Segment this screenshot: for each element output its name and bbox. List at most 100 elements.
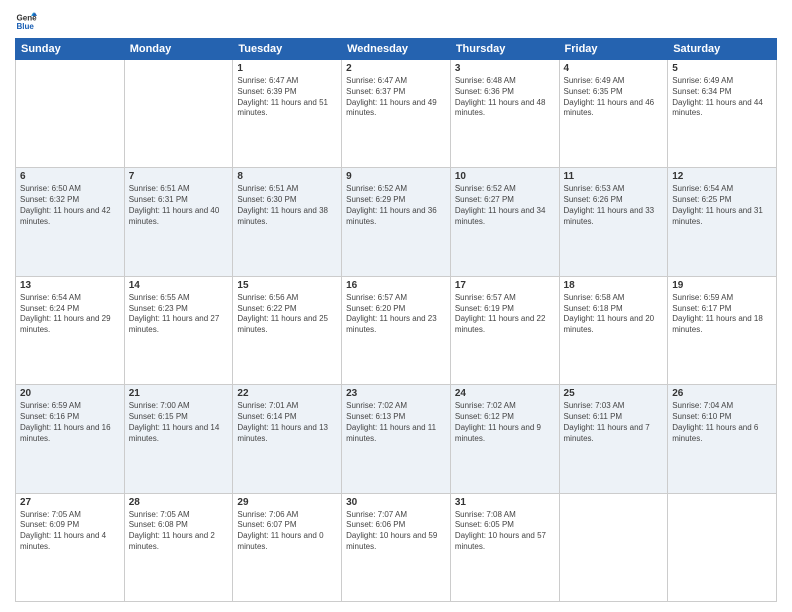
calendar-cell: 11 Sunrise: 6:53 AMSunset: 6:26 PMDayligh…	[559, 168, 668, 276]
logo: General Blue	[15, 10, 37, 32]
calendar-cell: 14 Sunrise: 6:55 AMSunset: 6:23 PMDayligh…	[124, 276, 233, 384]
cell-content: Sunrise: 7:04 AMSunset: 6:10 PMDaylight:…	[672, 401, 772, 444]
day-number: 14	[129, 280, 229, 291]
day-number: 12	[672, 171, 772, 182]
day-number: 11	[564, 171, 664, 182]
day-number: 19	[672, 280, 772, 291]
day-number: 28	[129, 497, 229, 508]
day-number: 7	[129, 171, 229, 182]
calendar-cell: 8 Sunrise: 6:51 AMSunset: 6:30 PMDaylight…	[233, 168, 342, 276]
calendar-cell: 9 Sunrise: 6:52 AMSunset: 6:29 PMDaylight…	[342, 168, 451, 276]
calendar-cell: 7 Sunrise: 6:51 AMSunset: 6:31 PMDaylight…	[124, 168, 233, 276]
calendar-cell: 28 Sunrise: 7:05 AMSunset: 6:08 PMDayligh…	[124, 493, 233, 601]
calendar-cell: 18Sunrise: 6:58 AMSunset: 6:18 PMDayligh…	[559, 276, 668, 384]
cell-content: Sunrise: 6:55 AMSunset: 6:23 PMDaylight:…	[129, 293, 229, 336]
calendar-page: General Blue SundayMondayTuesdayWednesda…	[0, 0, 792, 612]
day-number: 8	[237, 171, 337, 182]
calendar-cell: 19 Sunrise: 6:59 AMSunset: 6:17 PMDayligh…	[668, 276, 777, 384]
calendar-cell: 1Sunrise: 6:47 AMSunset: 6:39 PMDaylight…	[233, 60, 342, 168]
calendar-cell: 16 Sunrise: 6:57 AMSunset: 6:20 PMDayligh…	[342, 276, 451, 384]
calendar-cell: 25Sunrise: 7:03 AMSunset: 6:11 PMDayligh…	[559, 385, 668, 493]
day-number: 16	[346, 280, 446, 291]
day-number: 9	[346, 171, 446, 182]
day-number: 15	[237, 280, 337, 291]
logo-icon: General Blue	[15, 10, 37, 32]
calendar-week-row: 13 Sunrise: 6:54 AMSunset: 6:24 PMDayligh…	[16, 276, 777, 384]
day-number: 17	[455, 280, 555, 291]
calendar-cell	[124, 60, 233, 168]
day-number: 6	[20, 171, 120, 182]
weekday-header: Monday	[124, 39, 233, 60]
calendar-cell: 23Sunrise: 7:02 AMSunset: 6:13 PMDayligh…	[342, 385, 451, 493]
weekday-header: Sunday	[16, 39, 125, 60]
cell-content: Sunrise: 7:05 AMSunset: 6:08 PMDaylight:…	[129, 510, 229, 553]
day-number: 13	[20, 280, 120, 291]
cell-content: Sunrise: 6:54 AMSunset: 6:24 PMDaylight:…	[20, 293, 120, 336]
day-number: 3	[455, 63, 555, 74]
day-number: 20	[20, 388, 120, 399]
day-number: 30	[346, 497, 446, 508]
calendar-cell: 31 Sunrise: 7:08 AMSunset: 6:05 PMDayligh…	[450, 493, 559, 601]
calendar-cell: 29 Sunrise: 7:06 AMSunset: 6:07 PMDayligh…	[233, 493, 342, 601]
cell-content: Sunrise: 6:48 AMSunset: 6:36 PMDaylight:…	[455, 76, 555, 119]
day-number: 24	[455, 388, 555, 399]
calendar-table: SundayMondayTuesdayWednesdayThursdayFrid…	[15, 38, 777, 602]
calendar-cell: 22 Sunrise: 7:01 AMSunset: 6:14 PMDayligh…	[233, 385, 342, 493]
calendar-cell: 3 Sunrise: 6:48 AMSunset: 6:36 PMDaylight…	[450, 60, 559, 168]
calendar-cell	[16, 60, 125, 168]
weekday-header: Friday	[559, 39, 668, 60]
day-number: 22	[237, 388, 337, 399]
calendar-cell: 13 Sunrise: 6:54 AMSunset: 6:24 PMDayligh…	[16, 276, 125, 384]
calendar-cell: 12Sunrise: 6:54 AMSunset: 6:25 PMDayligh…	[668, 168, 777, 276]
weekday-header: Thursday	[450, 39, 559, 60]
cell-content: Sunrise: 7:07 AMSunset: 6:06 PMDaylight:…	[346, 510, 446, 553]
calendar-week-row: 20 Sunrise: 6:59 AMSunset: 6:16 PMDayligh…	[16, 385, 777, 493]
day-number: 10	[455, 171, 555, 182]
cell-content: Sunrise: 6:59 AMSunset: 6:17 PMDaylight:…	[672, 293, 772, 336]
cell-content: Sunrise: 6:49 AMSunset: 6:34 PMDaylight:…	[672, 76, 772, 119]
cell-content: Sunrise: 7:02 AMSunset: 6:13 PMDaylight:…	[346, 401, 446, 444]
calendar-cell: 24 Sunrise: 7:02 AMSunset: 6:12 PMDayligh…	[450, 385, 559, 493]
cell-content: Sunrise: 6:57 AMSunset: 6:19 PMDaylight:…	[455, 293, 555, 336]
cell-content: Sunrise: 6:53 AMSunset: 6:26 PMDaylight:…	[564, 184, 664, 227]
calendar-cell: 10Sunrise: 6:52 AMSunset: 6:27 PMDayligh…	[450, 168, 559, 276]
svg-text:Blue: Blue	[16, 22, 34, 31]
page-header: General Blue	[15, 10, 777, 32]
calendar-cell: 6 Sunrise: 6:50 AMSunset: 6:32 PMDaylight…	[16, 168, 125, 276]
cell-content: Sunrise: 7:08 AMSunset: 6:05 PMDaylight:…	[455, 510, 555, 553]
cell-content: Sunrise: 7:06 AMSunset: 6:07 PMDaylight:…	[237, 510, 337, 553]
weekday-header: Tuesday	[233, 39, 342, 60]
calendar-cell: 27Sunrise: 7:05 AMSunset: 6:09 PMDayligh…	[16, 493, 125, 601]
day-number: 1	[237, 63, 337, 74]
cell-content: Sunrise: 6:56 AMSunset: 6:22 PMDaylight:…	[237, 293, 337, 336]
cell-content: Sunrise: 6:51 AMSunset: 6:30 PMDaylight:…	[237, 184, 337, 227]
calendar-cell: 26 Sunrise: 7:04 AMSunset: 6:10 PMDayligh…	[668, 385, 777, 493]
calendar-cell: 21Sunrise: 7:00 AMSunset: 6:15 PMDayligh…	[124, 385, 233, 493]
calendar-cell: 20 Sunrise: 6:59 AMSunset: 6:16 PMDayligh…	[16, 385, 125, 493]
cell-content: Sunrise: 6:51 AMSunset: 6:31 PMDaylight:…	[129, 184, 229, 227]
calendar-cell: 17 Sunrise: 6:57 AMSunset: 6:19 PMDayligh…	[450, 276, 559, 384]
cell-content: Sunrise: 6:49 AMSunset: 6:35 PMDaylight:…	[564, 76, 664, 119]
calendar-cell: 5 Sunrise: 6:49 AMSunset: 6:34 PMDaylight…	[668, 60, 777, 168]
day-number: 5	[672, 63, 772, 74]
cell-content: Sunrise: 6:50 AMSunset: 6:32 PMDaylight:…	[20, 184, 120, 227]
weekday-header: Wednesday	[342, 39, 451, 60]
calendar-week-row: 27Sunrise: 7:05 AMSunset: 6:09 PMDayligh…	[16, 493, 777, 601]
cell-content: Sunrise: 7:03 AMSunset: 6:11 PMDaylight:…	[564, 401, 664, 444]
cell-content: Sunrise: 7:02 AMSunset: 6:12 PMDaylight:…	[455, 401, 555, 444]
day-number: 31	[455, 497, 555, 508]
day-number: 26	[672, 388, 772, 399]
day-number: 29	[237, 497, 337, 508]
calendar-cell: 15 Sunrise: 6:56 AMSunset: 6:22 PMDayligh…	[233, 276, 342, 384]
calendar-cell	[668, 493, 777, 601]
day-number: 2	[346, 63, 446, 74]
calendar-week-row: 1Sunrise: 6:47 AMSunset: 6:39 PMDaylight…	[16, 60, 777, 168]
cell-content: Sunrise: 6:57 AMSunset: 6:20 PMDaylight:…	[346, 293, 446, 336]
calendar-week-row: 6 Sunrise: 6:50 AMSunset: 6:32 PMDaylight…	[16, 168, 777, 276]
cell-content: Sunrise: 6:52 AMSunset: 6:29 PMDaylight:…	[346, 184, 446, 227]
calendar-cell: 30 Sunrise: 7:07 AMSunset: 6:06 PMDayligh…	[342, 493, 451, 601]
cell-content: Sunrise: 7:00 AMSunset: 6:15 PMDaylight:…	[129, 401, 229, 444]
weekday-header-row: SundayMondayTuesdayWednesdayThursdayFrid…	[16, 39, 777, 60]
cell-content: Sunrise: 6:59 AMSunset: 6:16 PMDaylight:…	[20, 401, 120, 444]
cell-content: Sunrise: 7:01 AMSunset: 6:14 PMDaylight:…	[237, 401, 337, 444]
